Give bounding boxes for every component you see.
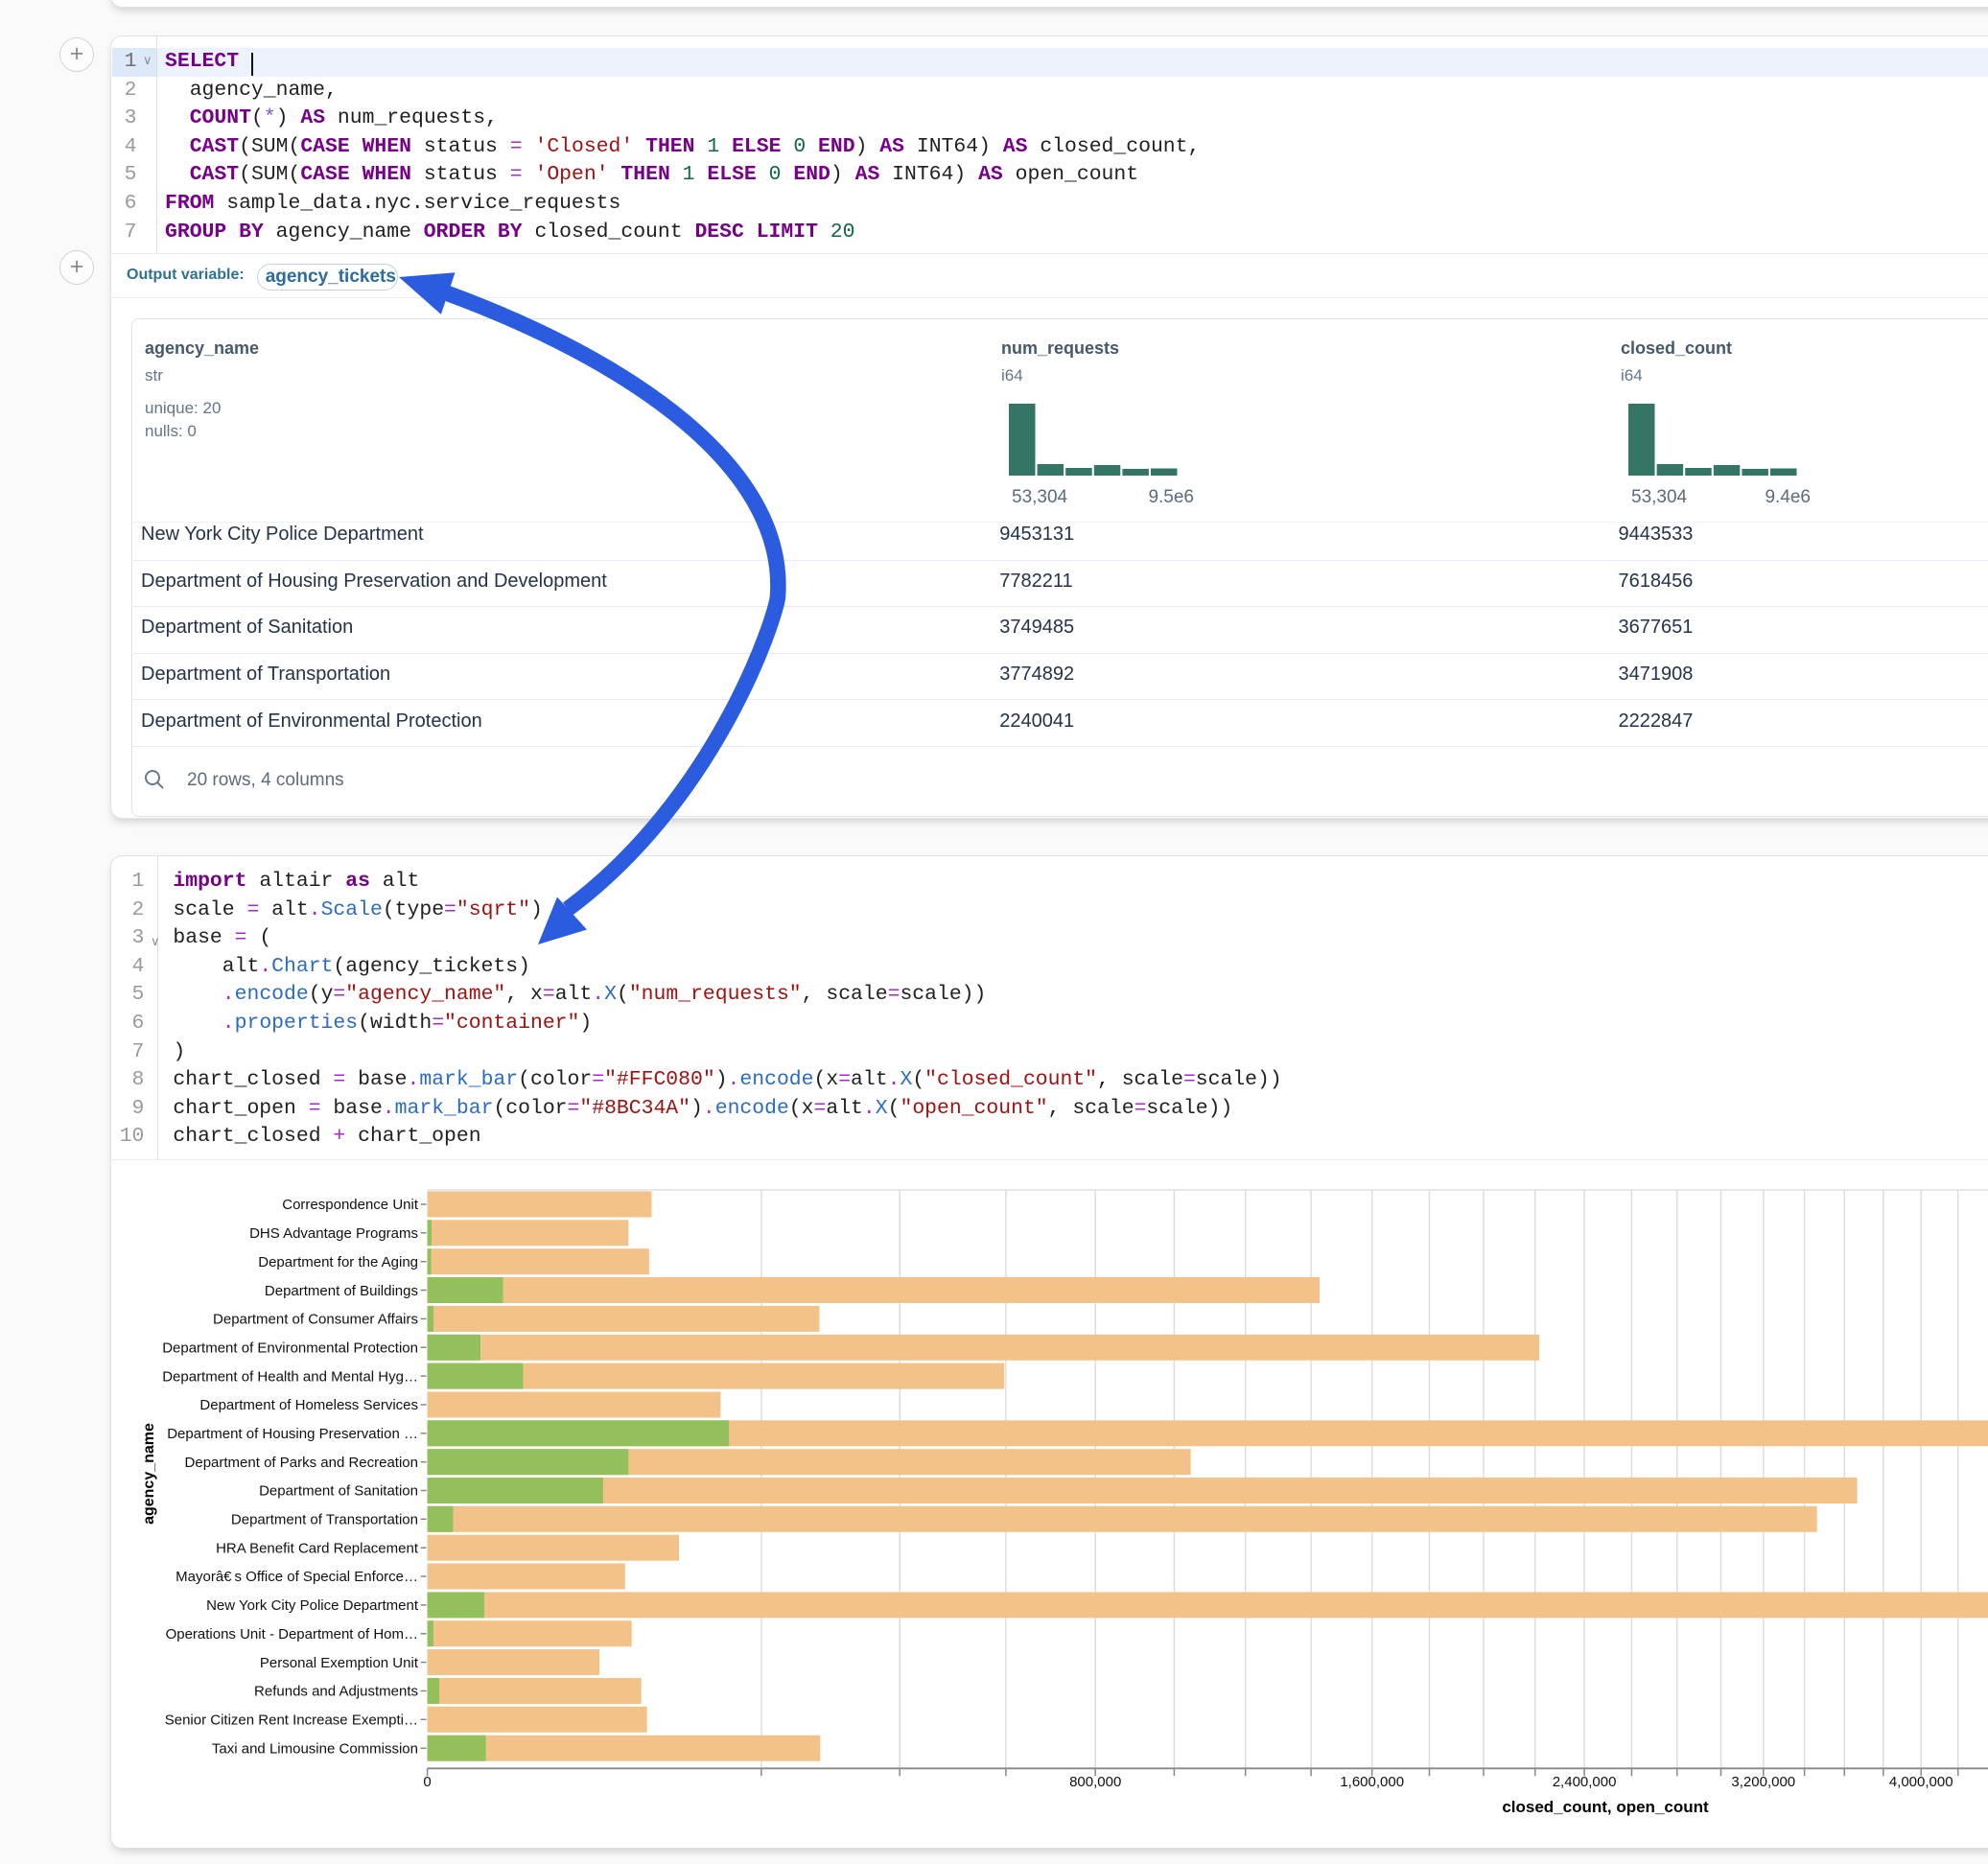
svg-text:Department for the Aging: Department for the Aging: [258, 1254, 418, 1270]
svg-text:Department of Parks and Recrea: Department of Parks and Recreation: [185, 1455, 418, 1471]
svg-text:closed_count, open_count: closed_count, open_count: [1502, 1798, 1709, 1816]
svg-text:Refunds and Adjustments: Refunds and Adjustments: [254, 1684, 418, 1700]
svg-text:1,600,000: 1,600,000: [1340, 1774, 1404, 1790]
svg-text:DHS Advantage Programs: DHS Advantage Programs: [249, 1225, 418, 1242]
svg-text:800,000: 800,000: [1069, 1774, 1121, 1790]
svg-text:Department of Sanitation: Department of Sanitation: [259, 1483, 418, 1500]
svg-text:agency_name: agency_name: [141, 1423, 157, 1525]
svg-text:Department of Health and Menta: Department of Health and Mental Hyg…: [162, 1368, 418, 1385]
svg-text:53,304: 53,304: [1631, 487, 1688, 507]
svg-text:Personal Exemption Unit: Personal Exemption Unit: [260, 1655, 419, 1671]
svg-text:53,304: 53,304: [1012, 487, 1068, 507]
svg-text:Department of Homeless Service: Department of Homeless Services: [199, 1397, 418, 1413]
svg-text:Department of Transportation: Department of Transportation: [231, 1512, 418, 1528]
svg-text:0: 0: [423, 1774, 431, 1790]
svg-text:2,400,000: 2,400,000: [1553, 1774, 1617, 1790]
svg-text:4,000,000: 4,000,000: [1889, 1774, 1953, 1790]
svg-text:Correspondence Unit: Correspondence Unit: [282, 1197, 419, 1213]
svg-text:3,200,000: 3,200,000: [1731, 1774, 1795, 1790]
svg-text:Operations Unit - Department o: Operations Unit - Department of Hom…: [166, 1626, 418, 1643]
svg-text:9.4e6: 9.4e6: [1765, 487, 1811, 507]
svg-text:Senior Citizen Rent Increase E: Senior Citizen Rent Increase Exempti…: [165, 1713, 418, 1729]
svg-text:New York City Police Departmen: New York City Police Department: [206, 1597, 419, 1614]
svg-text:Department of Consumer Affairs: Department of Consumer Affairs: [213, 1312, 418, 1328]
svg-text:Department of Housing Preserva: Department of Housing Preservation …: [167, 1426, 418, 1442]
svg-text:Taxi and Limousine Commission: Taxi and Limousine Commission: [212, 1740, 418, 1757]
svg-text:HRA Benefit Card Replacement: HRA Benefit Card Replacement: [216, 1540, 419, 1556]
svg-text:Department of Environmental Pr: Department of Environmental Protection: [162, 1340, 418, 1357]
svg-text:Mayorâ€ s Office of Special En: Mayorâ€ s Office of Special Enforce…: [175, 1569, 418, 1585]
svg-text:9.5e6: 9.5e6: [1148, 487, 1194, 507]
svg-text:Department of Buildings: Department of Buildings: [265, 1283, 418, 1299]
